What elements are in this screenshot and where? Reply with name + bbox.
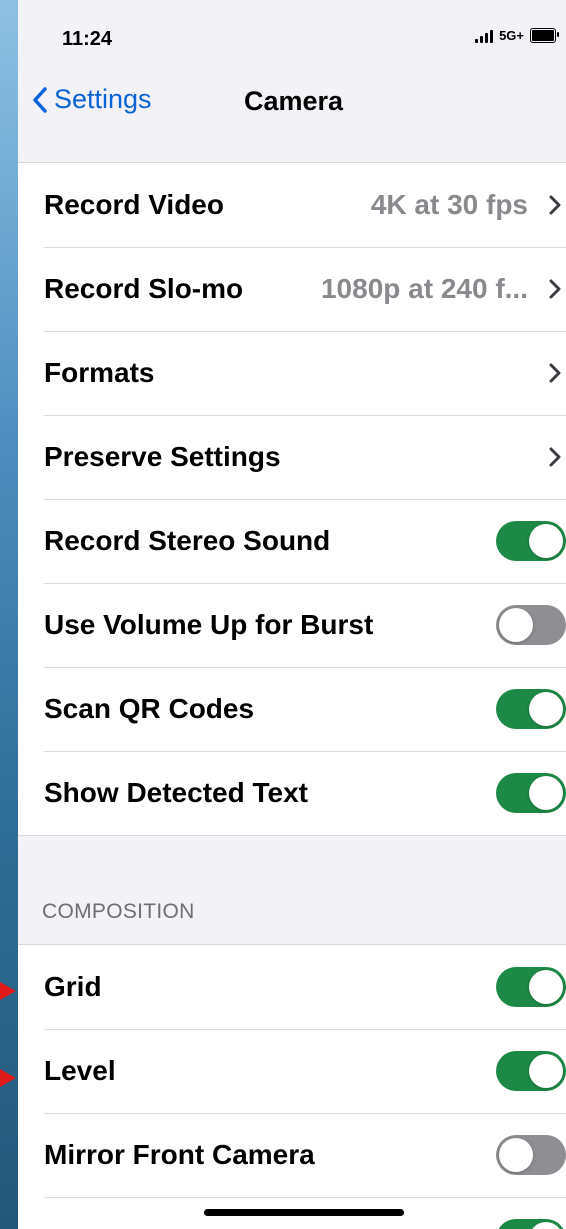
setting-label: Scan QR Codes (44, 693, 255, 724)
back-label: Settings (54, 84, 152, 114)
setting-record-video[interactable]: Record Video 4K at 30 fps (18, 163, 566, 247)
volume-burst-toggle[interactable] (496, 605, 566, 645)
setting-label: Mirror Front Camera (44, 1139, 315, 1170)
network-type: 5G+ (499, 28, 524, 43)
battery-icon (530, 28, 559, 43)
setting-value: 1080p at 240 f... (320, 273, 528, 304)
setting-label: Record Video (44, 189, 224, 220)
detected-text-toggle[interactable] (496, 773, 566, 813)
setting-record-stereo-sound: Record Stereo Sound (18, 499, 566, 583)
camera-settings-group: Record Video 4K at 30 fps Record Slo-mo … (18, 162, 566, 836)
setting-show-detected-text: Show Detected Text (18, 751, 566, 835)
setting-scan-qr-codes: Scan QR Codes (18, 667, 566, 751)
setting-label: Formats (44, 357, 155, 388)
phone-screen: 11:24 5G+ Settings Camera Record Video 4… (18, 0, 566, 1229)
setting-label: Record Stereo Sound (44, 525, 331, 556)
setting-grid: Grid (18, 945, 566, 1029)
grid-toggle[interactable] (496, 967, 566, 1007)
annotation-arrow-grid (0, 982, 16, 1000)
annotation-arrow-level (0, 1069, 16, 1087)
scan-qr-toggle[interactable] (496, 689, 566, 729)
setting-label: Record Slo-mo (44, 273, 244, 304)
chevron-left-icon (33, 86, 47, 113)
status-icons: 5G+ (475, 28, 559, 43)
setting-level: Level (18, 1029, 566, 1113)
back-button[interactable]: Settings (32, 84, 152, 115)
setting-formats[interactable]: Formats (18, 331, 566, 415)
setting-volume-up-burst: Use Volume Up for Burst (18, 583, 566, 667)
chevron-right-icon (549, 447, 561, 467)
setting-record-slomo[interactable]: Record Slo-mo 1080p at 240 f... (18, 247, 566, 331)
navigation-bar: Settings Camera (18, 80, 566, 160)
level-toggle[interactable] (496, 1051, 566, 1091)
partially-visible-toggle[interactable] (496, 1219, 566, 1229)
setting-value: 4K at 30 fps (370, 189, 528, 220)
setting-label: Preserve Settings (44, 441, 281, 472)
page-title: Camera (244, 86, 344, 116)
setting-preserve-settings[interactable]: Preserve Settings (18, 415, 566, 499)
chevron-right-icon (549, 195, 561, 215)
setting-label: Show Detected Text (44, 777, 308, 808)
stereo-sound-toggle[interactable] (496, 521, 566, 561)
composition-group: Grid Level Mirror Front Camera (18, 944, 566, 1229)
status-time: 11:24 (62, 28, 113, 50)
setting-label: Grid (44, 971, 102, 1002)
section-header-composition: COMPOSITION (42, 900, 195, 923)
chevron-right-icon (549, 279, 561, 299)
setting-label: Level (44, 1055, 116, 1086)
home-indicator[interactable] (204, 1209, 404, 1216)
cellular-signal-icon (475, 29, 494, 43)
setting-mirror-front-camera: Mirror Front Camera (18, 1113, 566, 1197)
setting-label: Use Volume Up for Burst (44, 609, 374, 640)
mirror-front-toggle[interactable] (496, 1135, 566, 1175)
chevron-right-icon (549, 363, 561, 383)
status-bar: 11:24 5G+ (18, 0, 566, 80)
